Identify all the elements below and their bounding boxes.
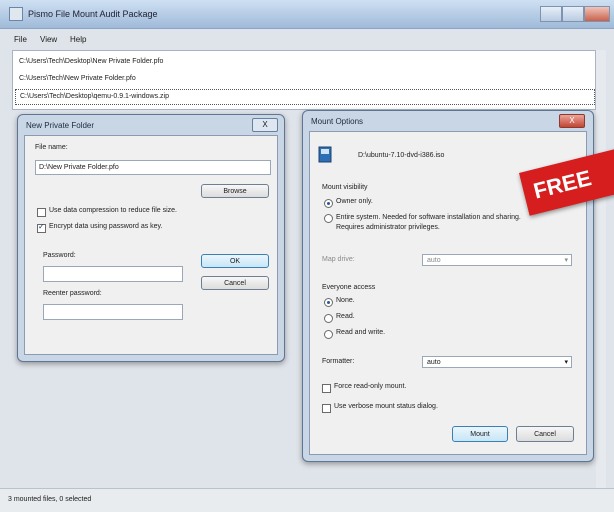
entire-system-label: Entire system. Needed for software insta… xyxy=(336,214,521,231)
ok-button[interactable]: OK xyxy=(201,254,269,268)
menu-view[interactable]: View xyxy=(40,35,57,44)
status-bar: 3 mounted files, 0 selected xyxy=(0,488,614,512)
formatter-label: Formatter: xyxy=(322,358,355,365)
dialog-title: Mount Options xyxy=(311,117,364,126)
mount-button[interactable]: Mount xyxy=(452,426,508,442)
compress-label: Use data compression to reduce file size… xyxy=(49,207,178,214)
close-button[interactable] xyxy=(584,6,610,22)
map-drive-value: auto xyxy=(427,257,441,264)
mount-visibility-label: Mount visibility xyxy=(322,184,368,191)
access-none-label: None. xyxy=(336,297,355,304)
access-read-write-label: Read and write. xyxy=(336,329,386,336)
password-label: Password: xyxy=(43,252,76,259)
app-icon xyxy=(9,7,23,21)
menu-bar: File View Help xyxy=(0,32,614,48)
close-icon[interactable]: X xyxy=(559,114,585,128)
compress-checkbox[interactable] xyxy=(37,208,46,217)
file-name-field[interactable]: D:\New Private Folder.pfo xyxy=(35,160,271,175)
reenter-password-field[interactable] xyxy=(43,304,183,320)
browse-button[interactable]: Browse xyxy=(201,184,269,198)
chevron-down-icon: ▾ xyxy=(564,359,568,366)
scrollbar[interactable] xyxy=(596,50,606,490)
verbose-label: Use verbose mount status dialog. xyxy=(334,403,438,410)
access-read-label: Read. xyxy=(336,313,355,320)
status-text: 3 mounted files, 0 selected xyxy=(8,496,92,503)
encrypt-label: Encrypt data using password as key. xyxy=(49,223,163,230)
everyone-access-label: Everyone access xyxy=(322,284,376,291)
cancel-button[interactable]: Cancel xyxy=(201,276,269,290)
access-read-write-radio[interactable] xyxy=(324,330,333,339)
password-field[interactable] xyxy=(43,266,183,282)
access-read-radio[interactable] xyxy=(324,314,333,323)
reenter-password-label: Reenter password: xyxy=(43,290,102,297)
title-bar: Pismo File Mount Audit Package xyxy=(0,0,614,29)
encrypt-checkbox[interactable] xyxy=(37,222,46,233)
list-item[interactable]: C:\Users\Tech\Desktop\qemu-0.9.1-windows… xyxy=(15,89,595,105)
map-drive-label: Map drive: xyxy=(322,256,355,263)
mounted-file-list[interactable]: C:\Users\Tech\Desktop\New Private Folder… xyxy=(12,50,596,110)
list-item[interactable]: C:\Users\Tech\Desktop\New Private Folder… xyxy=(19,55,163,69)
menu-help[interactable]: Help xyxy=(70,35,86,44)
force-readonly-label: Force read-only mount. xyxy=(334,383,407,390)
chevron-down-icon: ▾ xyxy=(564,257,568,264)
dialog-title: New Private Folder xyxy=(26,121,95,130)
maximize-button[interactable] xyxy=(562,6,584,22)
cancel-button[interactable]: Cancel xyxy=(516,426,574,442)
menu-file[interactable]: File xyxy=(14,35,27,44)
force-readonly-checkbox[interactable] xyxy=(322,384,331,393)
new-private-folder-dialog: New Private Folder X File name: D:\New P… xyxy=(17,114,285,362)
entire-system-radio[interactable] xyxy=(324,214,333,223)
image-file-path: D:\ubuntu-7.10-dvd-i386.iso xyxy=(358,152,445,159)
owner-only-radio[interactable] xyxy=(324,199,333,208)
list-item[interactable]: C:\Users\Tech\New Private Folder.pfo xyxy=(19,72,136,86)
mount-options-dialog: Mount Options X D:\ubuntu-7.10-dvd-i386.… xyxy=(302,110,594,462)
owner-only-label: Owner only. xyxy=(336,198,373,205)
formatter-value: auto xyxy=(427,359,441,366)
window-title: Pismo File Mount Audit Package xyxy=(28,9,158,19)
close-icon[interactable]: X xyxy=(252,118,278,132)
minimize-button[interactable] xyxy=(540,6,562,22)
dialog-body: File name: D:\New Private Folder.pfo Bro… xyxy=(24,135,278,355)
map-drive-select[interactable]: auto ▾ xyxy=(422,254,572,266)
formatter-select[interactable]: auto ▾ xyxy=(422,356,572,368)
verbose-checkbox[interactable] xyxy=(322,404,331,413)
disk-image-icon xyxy=(318,146,332,163)
access-none-radio[interactable] xyxy=(324,298,333,307)
file-name-label: File name: xyxy=(35,144,68,151)
